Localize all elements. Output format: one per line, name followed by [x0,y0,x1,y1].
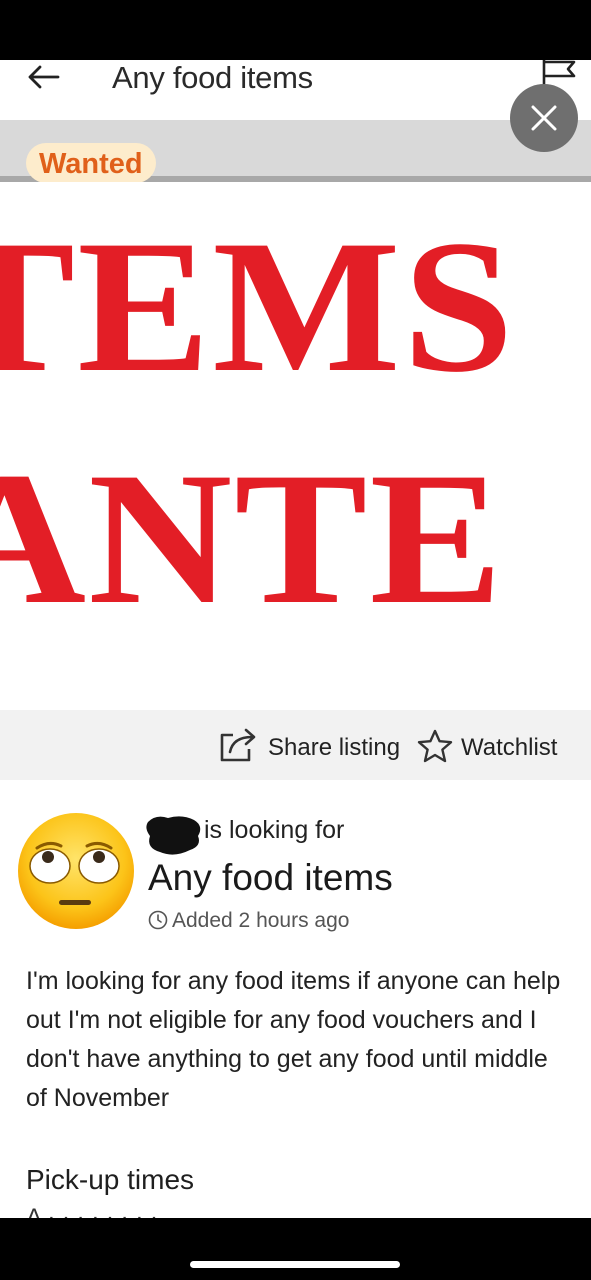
header-title: Any food items [112,60,313,95]
listing-description: I'm looking for any food items if anyone… [26,967,561,1112]
share-icon[interactable] [219,727,261,763]
wanted-badge: Wanted [26,143,156,183]
home-indicator[interactable] [190,1261,400,1268]
listing-title: Any food items [148,857,393,898]
close-button[interactable] [510,84,578,152]
arrow-left-icon[interactable] [26,64,60,90]
added-time-text: Added 2 hours ago [172,909,350,932]
share-listing-button[interactable]: Share listing [268,734,400,762]
clock-icon [148,910,168,930]
status-bar [0,0,591,60]
image-text-line-2: ANTE [0,434,505,644]
star-icon[interactable] [416,729,454,763]
close-icon [531,105,557,131]
poster-looking-for: is looking for [204,816,345,844]
image-text-line-1: TEMS [0,202,516,412]
navigation-bar [0,1218,591,1280]
app-header: Any food items [0,60,591,120]
redacted-username [146,816,201,855]
avatar[interactable] [15,810,137,932]
watchlist-button[interactable]: Watchlist [461,734,557,762]
action-bar: Share listing Watchlist [0,710,591,780]
screen: Any food items Wanted TEMS ANTE Share li… [0,0,591,1280]
listing-image[interactable]: TEMS ANTE [0,182,591,710]
pickup-times-heading: Pick-up times [26,1164,195,1195]
